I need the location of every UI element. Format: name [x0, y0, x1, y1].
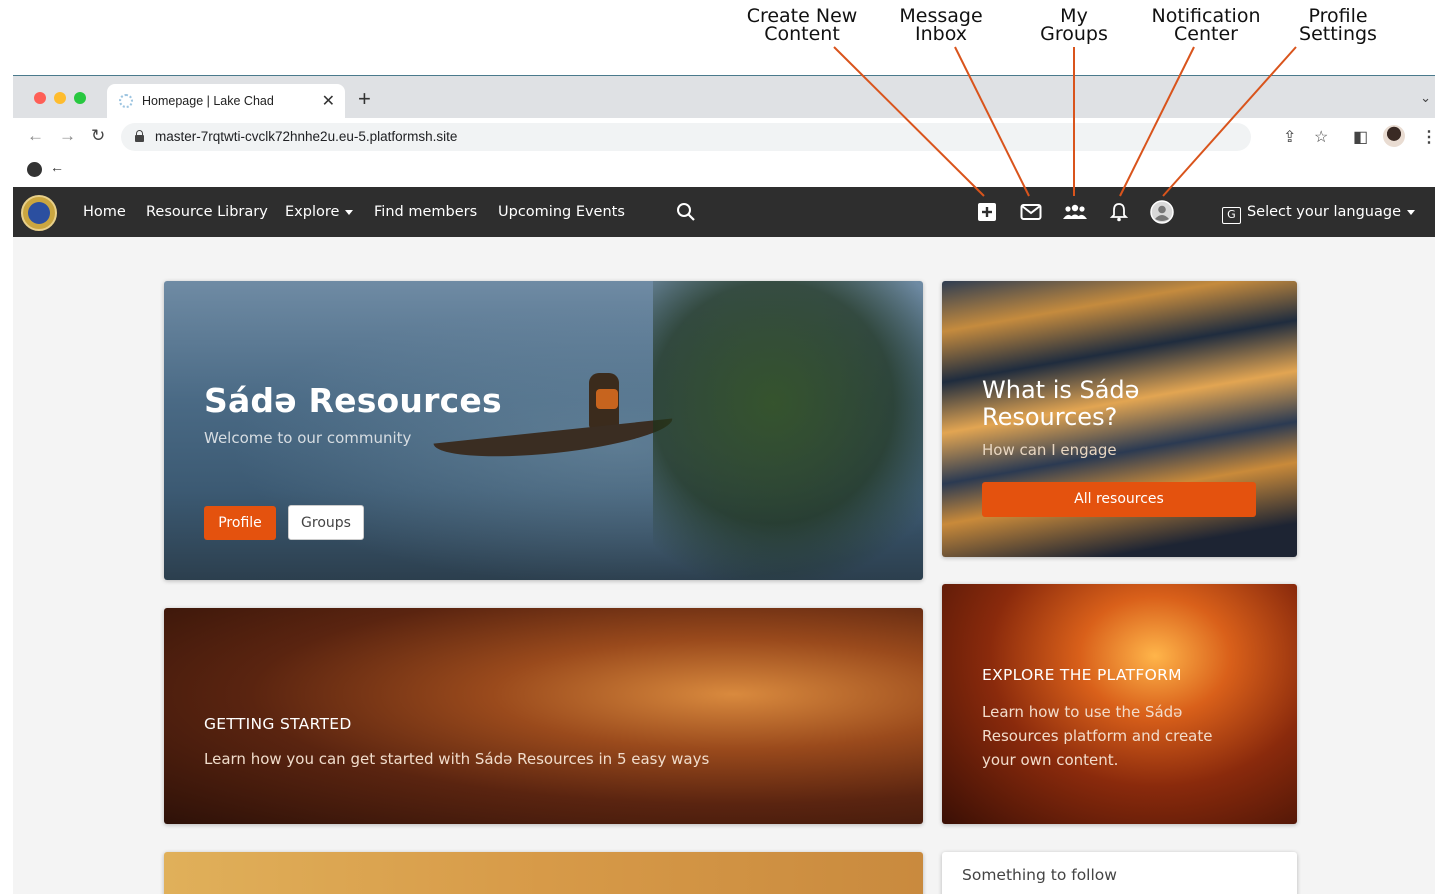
back-arrow-icon[interactable]: ← [27, 126, 44, 146]
nav-resource-library[interactable]: Resource Library [146, 204, 268, 220]
notification-bell-icon[interactable] [1108, 201, 1130, 223]
foliage-image [653, 281, 923, 580]
back-small-icon[interactable]: ← [50, 159, 64, 175]
forward-arrow-icon[interactable]: → [59, 126, 76, 146]
my-groups-icon[interactable] [1063, 201, 1087, 223]
browser-window: Homepage | Lake Chad ✕ + ⌄ ← → ↻ master-… [13, 75, 1435, 894]
browser-menu-icon[interactable]: ⋮ [1421, 127, 1435, 147]
nav-explore[interactable]: Explore [285, 204, 354, 220]
url-field[interactable]: master-7rqtwti-cvclk72hnhe2u.eu-5.platfo… [121, 123, 1251, 151]
tab-search-chevron-icon[interactable]: ⌄ [1420, 90, 1431, 106]
share-icon[interactable]: ⇪ [1283, 127, 1296, 147]
annotation-line2: Inbox [915, 23, 967, 45]
what-is-card: What is Sádə Resources? How can I engage… [942, 281, 1297, 557]
annotation-line2: Settings [1299, 23, 1377, 45]
url-text: master-7rqtwti-cvclk72hnhe2u.eu-5.platfo… [155, 129, 458, 144]
annotation-my-groups: My Groups [1024, 7, 1124, 45]
annotation-message-inbox: Message Inbox [886, 7, 996, 45]
address-bar: ← → ↻ master-7rqtwti-cvclk72hnhe2u.eu-5.… [13, 118, 1435, 154]
search-icon[interactable] [675, 201, 697, 223]
lock-icon [135, 130, 144, 142]
maximize-window-button[interactable] [74, 92, 86, 104]
groups-button[interactable]: Groups [288, 505, 364, 540]
language-selector[interactable]: G Select your language [1221, 204, 1415, 224]
language-selector-label: Select your language [1246, 204, 1401, 220]
annotation-create-new-content: Create New Content [742, 7, 862, 45]
getting-started-title: GETTING STARTED [204, 715, 352, 733]
chevron-down-icon [1407, 209, 1415, 215]
what-is-title: What is Sádə Resources? [982, 376, 1140, 431]
getting-started-text: Learn how you can get started with Sádə … [204, 750, 710, 768]
browser-profile-avatar[interactable] [1383, 125, 1405, 147]
create-content-icon[interactable] [976, 201, 998, 223]
site-navbar: Home Resource Library Explore Find membe… [13, 187, 1435, 237]
all-resources-button[interactable]: All resources [982, 482, 1256, 517]
annotation-profile-settings: Profile Settings [1288, 7, 1388, 45]
something-to-follow-title: Something to follow [962, 866, 1117, 884]
chevron-down-icon [345, 209, 354, 215]
nav-find-members[interactable]: Find members [374, 204, 477, 220]
annotation-line2: Center [1174, 23, 1238, 45]
explore-platform-text: Learn how to use the Sádə Resources plat… [982, 703, 1213, 769]
message-inbox-icon[interactable] [1020, 201, 1042, 223]
globe-icon[interactable] [27, 162, 42, 177]
site-logo[interactable] [21, 195, 57, 231]
tab-bar: Homepage | Lake Chad ✕ + ⌄ [13, 76, 1435, 118]
extension-row: ← [13, 154, 1435, 187]
site-favicon-icon [119, 94, 133, 108]
close-window-button[interactable] [34, 92, 46, 104]
what-is-subtitle: How can I engage [982, 441, 1117, 459]
translate-icon: G [1221, 207, 1241, 224]
bookmark-star-icon[interactable]: ☆ [1314, 127, 1328, 147]
getting-started-card[interactable]: GETTING STARTED Learn how you can get st… [164, 608, 923, 824]
profile-avatar-icon[interactable] [1150, 200, 1174, 224]
nav-upcoming-events[interactable]: Upcoming Events [498, 204, 625, 220]
profile-button[interactable]: Profile [204, 506, 276, 540]
annotation-notification-center: Notification Center [1146, 7, 1266, 45]
hero-subtitle: Welcome to our community [204, 429, 412, 447]
browser-tab[interactable]: Homepage | Lake Chad ✕ [107, 84, 345, 118]
minimize-window-button[interactable] [54, 92, 66, 104]
nav-home[interactable]: Home [83, 204, 126, 220]
hero-card: Sádə Resources Welcome to our community … [164, 281, 923, 580]
something-to-follow-card: Something to follow [942, 852, 1297, 894]
explore-platform-title: EXPLORE THE PLATFORM [982, 666, 1182, 684]
close-tab-icon[interactable]: ✕ [322, 91, 335, 111]
page-content: Sádə Resources Welcome to our community … [13, 237, 1435, 894]
bottom-banner-card[interactable] [164, 852, 923, 894]
tab-title: Homepage | Lake Chad [142, 94, 274, 108]
explore-platform-card[interactable]: EXPLORE THE PLATFORM Learn how to use th… [942, 584, 1297, 824]
side-panel-icon[interactable]: ◧ [1353, 127, 1368, 147]
nav-explore-label: Explore [285, 204, 340, 220]
annotation-line2: Content [764, 23, 840, 45]
reload-icon[interactable]: ↻ [91, 126, 105, 146]
annotation-line2: Groups [1040, 23, 1108, 45]
new-tab-icon[interactable]: + [358, 88, 371, 110]
hero-title: Sádə Resources [204, 381, 502, 420]
